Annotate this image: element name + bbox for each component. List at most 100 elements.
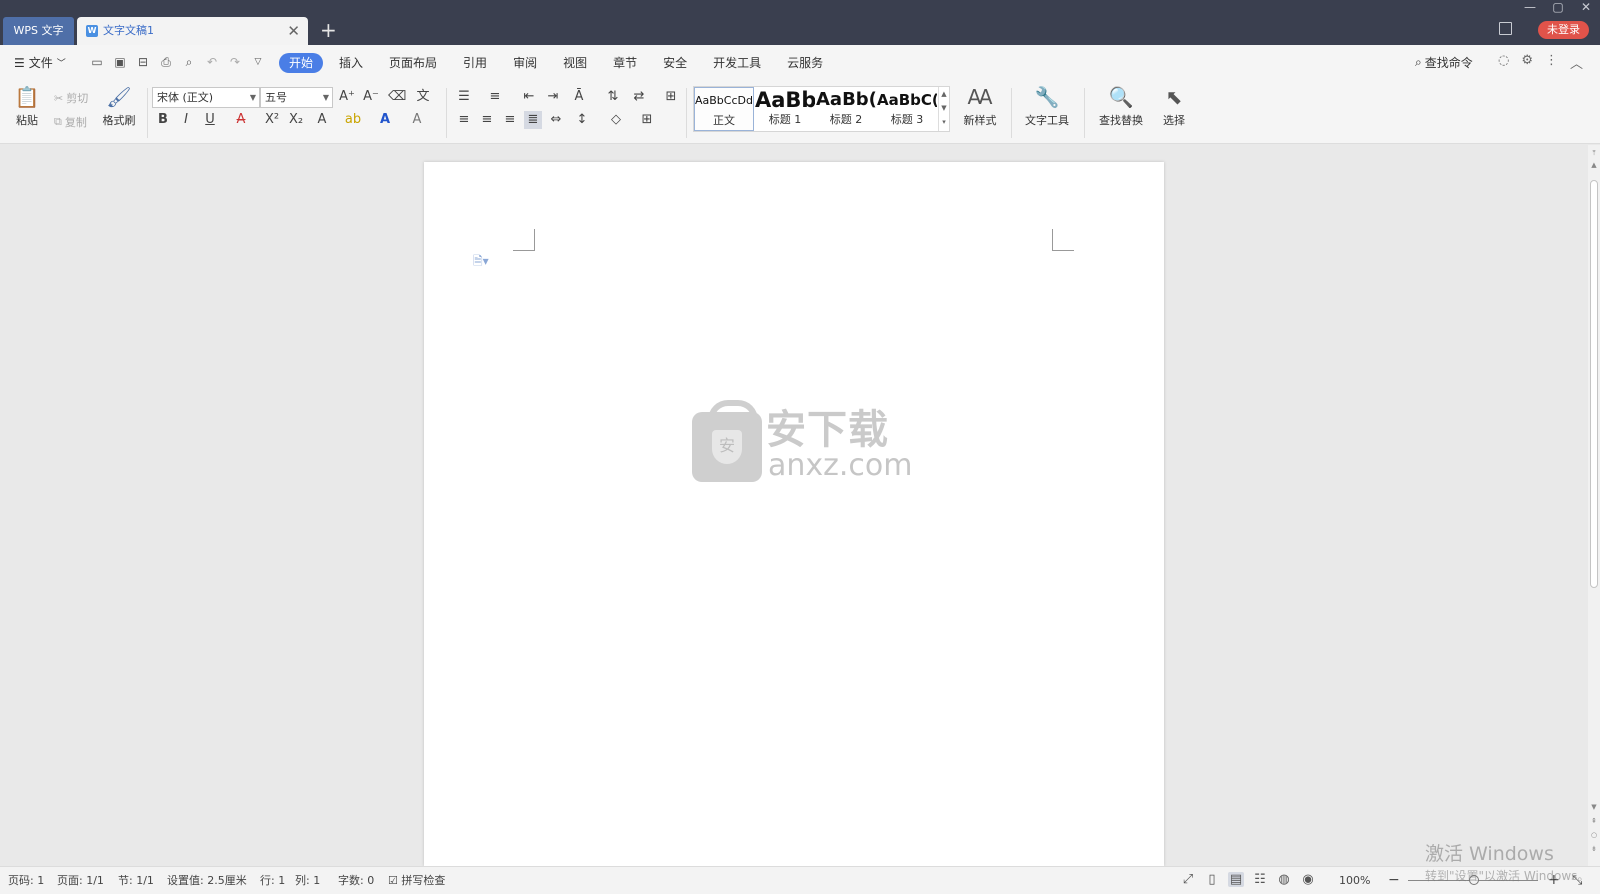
zoom-level[interactable]: 100% bbox=[1339, 867, 1370, 894]
undo-icon[interactable]: ↶ bbox=[204, 54, 220, 70]
bullet-list-icon[interactable]: ☰ bbox=[455, 88, 473, 106]
align-center-icon[interactable]: ≡ bbox=[478, 111, 496, 129]
strikethrough-icon[interactable]: A bbox=[232, 111, 250, 129]
align-left-icon[interactable]: ≡ bbox=[455, 111, 473, 129]
tab-references[interactable]: 引用 bbox=[453, 53, 497, 73]
tab-developer[interactable]: 开发工具 bbox=[703, 53, 771, 73]
document-tab[interactable]: W 文字文稿1 ✕ bbox=[77, 17, 308, 45]
character-shading-icon[interactable]: A bbox=[408, 111, 426, 129]
browse-object-icon[interactable]: ○ bbox=[1588, 829, 1600, 841]
zoom-out-icon[interactable]: − bbox=[1388, 867, 1400, 894]
close-tab-icon[interactable]: ✕ bbox=[287, 22, 300, 40]
web-view-icon[interactable]: ◍ bbox=[1276, 872, 1292, 887]
page-options-icon[interactable]: 🗎▾ bbox=[473, 252, 489, 273]
scroll-top-icon[interactable]: ⤒ bbox=[1588, 147, 1600, 159]
superscript-icon[interactable]: X² bbox=[263, 111, 281, 129]
close-window-button[interactable]: ✕ bbox=[1580, 0, 1592, 16]
shading-icon[interactable]: ◇ bbox=[607, 111, 625, 129]
command-search[interactable]: ⌕ 查找命令 bbox=[1415, 54, 1473, 71]
eye-protection-icon[interactable]: ◉ bbox=[1300, 872, 1316, 887]
document-page[interactable]: 🗎▾ 安 安下载 anxz.com bbox=[424, 162, 1164, 866]
tab-security[interactable]: 安全 bbox=[653, 53, 697, 73]
copy-button[interactable]: ⧉ 复制 bbox=[54, 114, 87, 130]
tab-home[interactable]: 开始 bbox=[279, 53, 324, 73]
borders-icon[interactable]: ⊞ bbox=[638, 111, 656, 129]
gear-icon[interactable]: ⚙ bbox=[1521, 53, 1533, 72]
open-icon[interactable]: ▭ bbox=[89, 54, 105, 70]
login-button[interactable]: 未登录 bbox=[1538, 21, 1589, 39]
grow-font-icon[interactable]: A⁺ bbox=[338, 88, 356, 106]
italic-icon[interactable]: I bbox=[177, 111, 195, 129]
text-effect-icon[interactable]: A bbox=[313, 111, 331, 129]
status-pages[interactable]: 页面: 1/1 bbox=[57, 867, 104, 894]
scroll-down-icon[interactable]: ▼ bbox=[1588, 801, 1600, 813]
tab-page-layout[interactable]: 页面布局 bbox=[379, 53, 447, 73]
select-button[interactable]: ⬉ 选择 bbox=[1156, 80, 1192, 128]
feedback-icon[interactable]: ◌ bbox=[1498, 53, 1509, 72]
next-page-icon[interactable]: ⇟ bbox=[1588, 843, 1600, 855]
text-tools-button[interactable]: 🔧 文字工具 bbox=[1020, 80, 1074, 128]
pinyin-guide-icon[interactable]: 文 bbox=[414, 88, 432, 106]
status-setting[interactable]: 设置值: 2.5厘米 bbox=[167, 867, 247, 894]
maximize-button[interactable]: ▢ bbox=[1552, 0, 1564, 16]
status-column[interactable]: 列: 1 bbox=[295, 867, 320, 894]
sort-icon[interactable]: ⇅ bbox=[604, 88, 622, 106]
page-view-icon[interactable]: ▤ bbox=[1228, 872, 1244, 887]
scrollbar-thumb[interactable] bbox=[1590, 180, 1598, 588]
scroll-up-icon[interactable]: ▲ bbox=[1588, 159, 1600, 171]
decrease-indent-icon[interactable]: ⇤ bbox=[520, 88, 538, 106]
previous-page-icon[interactable]: ⇞ bbox=[1588, 815, 1600, 827]
style-normal[interactable]: AaBbCcDd 正文 bbox=[694, 87, 754, 131]
vertical-scrollbar[interactable]: ⤒ ▲ ▼ ⇞ ○ ⇟ bbox=[1588, 145, 1600, 866]
table-grid-icon[interactable]: ⊞ bbox=[662, 88, 680, 106]
cut-button[interactable]: ✂ 剪切 bbox=[54, 90, 88, 106]
line-spacing-icon[interactable]: ↕ bbox=[573, 111, 591, 129]
new-style-button[interactable]: Ꜳ 新样式 bbox=[957, 80, 1003, 128]
redo-icon[interactable]: ↷ bbox=[227, 54, 243, 70]
collapse-ribbon-icon[interactable]: ︿ bbox=[1570, 53, 1583, 72]
window-mode-icon[interactable] bbox=[1499, 22, 1512, 35]
font-size-select[interactable]: 五号 ▼ bbox=[260, 87, 333, 108]
fullscreen-icon[interactable]: ⤢ bbox=[1180, 872, 1196, 887]
distributed-align-icon[interactable]: ⇔ bbox=[547, 111, 565, 129]
subscript-icon[interactable]: X₂ bbox=[287, 111, 305, 129]
style-heading-1[interactable]: AaBb 标题 1 bbox=[755, 87, 815, 131]
show-hide-marks-icon[interactable]: ⇄ bbox=[630, 88, 648, 106]
format-painter-button[interactable]: 🖌 格式刷 bbox=[100, 80, 138, 128]
status-row[interactable]: 行: 1 bbox=[260, 867, 285, 894]
tab-cloud[interactable]: 云服务 bbox=[777, 53, 833, 73]
increase-indent-icon[interactable]: ⇥ bbox=[544, 88, 562, 106]
style-heading-2[interactable]: AaBb( 标题 2 bbox=[816, 87, 876, 131]
tab-review[interactable]: 审阅 bbox=[503, 53, 547, 73]
outline-view-icon[interactable]: ☷ bbox=[1252, 872, 1268, 887]
tab-view[interactable]: 视图 bbox=[553, 53, 597, 73]
more-icon[interactable]: ⋮ bbox=[1545, 53, 1558, 72]
underline-icon[interactable]: U bbox=[201, 111, 219, 129]
align-right-icon[interactable]: ≡ bbox=[501, 111, 519, 129]
file-menu[interactable]: ☰ 文件 ﹀ bbox=[14, 54, 66, 71]
font-name-select[interactable]: 宋体 (正文) ▼ bbox=[152, 87, 260, 108]
new-tab-button[interactable]: + bbox=[320, 18, 337, 42]
chinese-layout-icon[interactable]: Ā bbox=[570, 88, 588, 106]
tab-chapter[interactable]: 章节 bbox=[603, 53, 647, 73]
save-as-icon[interactable]: ⊟ bbox=[135, 54, 151, 70]
tab-insert[interactable]: 插入 bbox=[329, 53, 373, 73]
save-icon[interactable]: ▣ bbox=[112, 54, 128, 70]
font-color-icon[interactable]: A bbox=[376, 111, 394, 129]
print-preview-icon[interactable]: ⌕ bbox=[181, 54, 197, 70]
spell-check-button[interactable]: ☑ 拼写检查 bbox=[388, 867, 445, 894]
highlight-icon[interactable]: ab bbox=[344, 111, 362, 129]
paste-button[interactable]: 📋 粘贴 bbox=[8, 80, 46, 128]
shrink-font-icon[interactable]: A⁻ bbox=[362, 88, 380, 106]
justify-icon[interactable]: ≣ bbox=[524, 111, 542, 129]
clear-format-icon[interactable]: ⌫ bbox=[388, 88, 406, 106]
minimize-button[interactable]: — bbox=[1524, 0, 1536, 16]
numbered-list-icon[interactable]: ≡ bbox=[486, 88, 504, 106]
reading-view-icon[interactable]: ▯ bbox=[1204, 872, 1220, 887]
print-icon[interactable]: ⎙ bbox=[158, 54, 174, 70]
status-section[interactable]: 节: 1/1 bbox=[118, 867, 154, 894]
status-word-count[interactable]: 字数: 0 bbox=[338, 867, 374, 894]
status-page-number[interactable]: 页码: 1 bbox=[8, 867, 44, 894]
find-replace-button[interactable]: 🔍 查找替换 bbox=[1093, 80, 1149, 128]
app-tab-wps-writer[interactable]: WPS 文字 bbox=[3, 17, 74, 45]
